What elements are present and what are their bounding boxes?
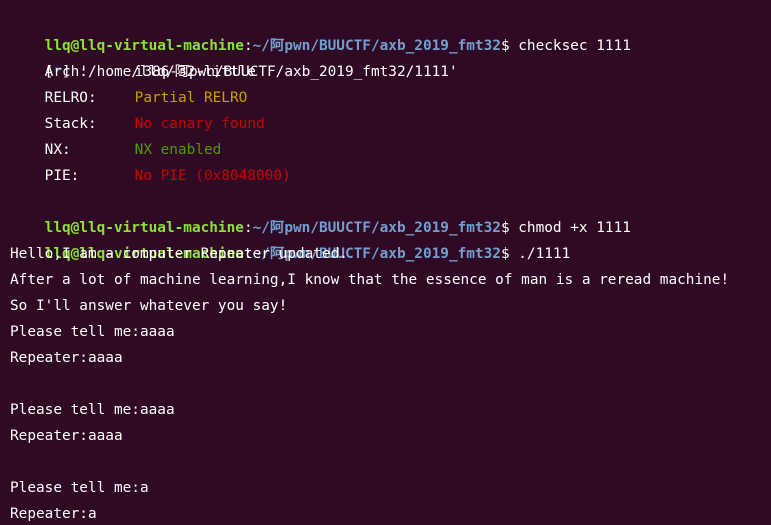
output-line: Repeater:aaaa	[10, 350, 123, 366]
checksec-value: i386-32-little	[134, 64, 256, 80]
prompt-user: llq@llq-virtual-machine	[44, 38, 244, 54]
prompt-path: ~/阿pwn/BUUCTF/axb_2019_fmt32	[252, 38, 501, 54]
prompt-dollar: $	[500, 38, 519, 54]
checksec-key: PIE:	[44, 168, 80, 184]
output-line: Please tell me:a	[10, 480, 149, 496]
command-chmod: chmod +x 1111	[518, 220, 631, 236]
command-run: ./1111	[518, 246, 571, 262]
prompt-line-chmod: llq@llq-virtual-machine:~/阿pwn/BUUCTF/ax…	[10, 189, 771, 236]
checksec-value: NX enabled	[134, 142, 222, 158]
output-line: Repeater:aaaa	[10, 428, 123, 444]
checksec-value: No canary found	[134, 116, 265, 132]
checksec-key: NX:	[44, 142, 71, 158]
prompt-dollar: $	[500, 246, 519, 262]
checksec-row-nx: NX: NX enabled	[10, 137, 771, 163]
checksec-row-relro: RELRO: Partial RELRO	[10, 85, 771, 111]
checksec-key: RELRO:	[44, 90, 97, 106]
prompt-user: llq@llq-virtual-machine	[44, 220, 244, 236]
prompt-dollar: $	[500, 220, 519, 236]
checksec-row-stack: Stack: No canary found	[10, 111, 771, 137]
output-line: Repeater:a	[10, 506, 97, 522]
terminal-window[interactable]: llq@llq-virtual-machine:~/阿pwn/BUUCTF/ax…	[0, 0, 771, 525]
checksec-key: Arch:	[44, 64, 88, 80]
checksec-value: No PIE (0x8048000)	[134, 168, 291, 184]
prompt-path: ~/阿pwn/BUUCTF/axb_2019_fmt32	[252, 220, 501, 236]
output-line: Please tell me:aaaa	[10, 402, 175, 418]
prompt-separator: :	[243, 38, 253, 54]
output-line: So I'll answer whatever you say!	[10, 298, 288, 314]
output-line: After a lot of machine learning,I know t…	[10, 272, 730, 288]
checksec-row-pie: PIE: No PIE (0x8048000)	[10, 163, 771, 189]
edge-artifact	[0, 402, 3, 416]
output-line: Please tell me:aaaa	[10, 324, 175, 340]
checksec-key: Stack:	[44, 116, 97, 132]
command-checksec: checksec 1111	[518, 38, 631, 54]
prompt-line-checksec: llq@llq-virtual-machine:~/阿pwn/BUUCTF/ax…	[10, 7, 771, 54]
prompt-separator: :	[243, 220, 253, 236]
checksec-value: Partial RELRO	[134, 90, 248, 106]
